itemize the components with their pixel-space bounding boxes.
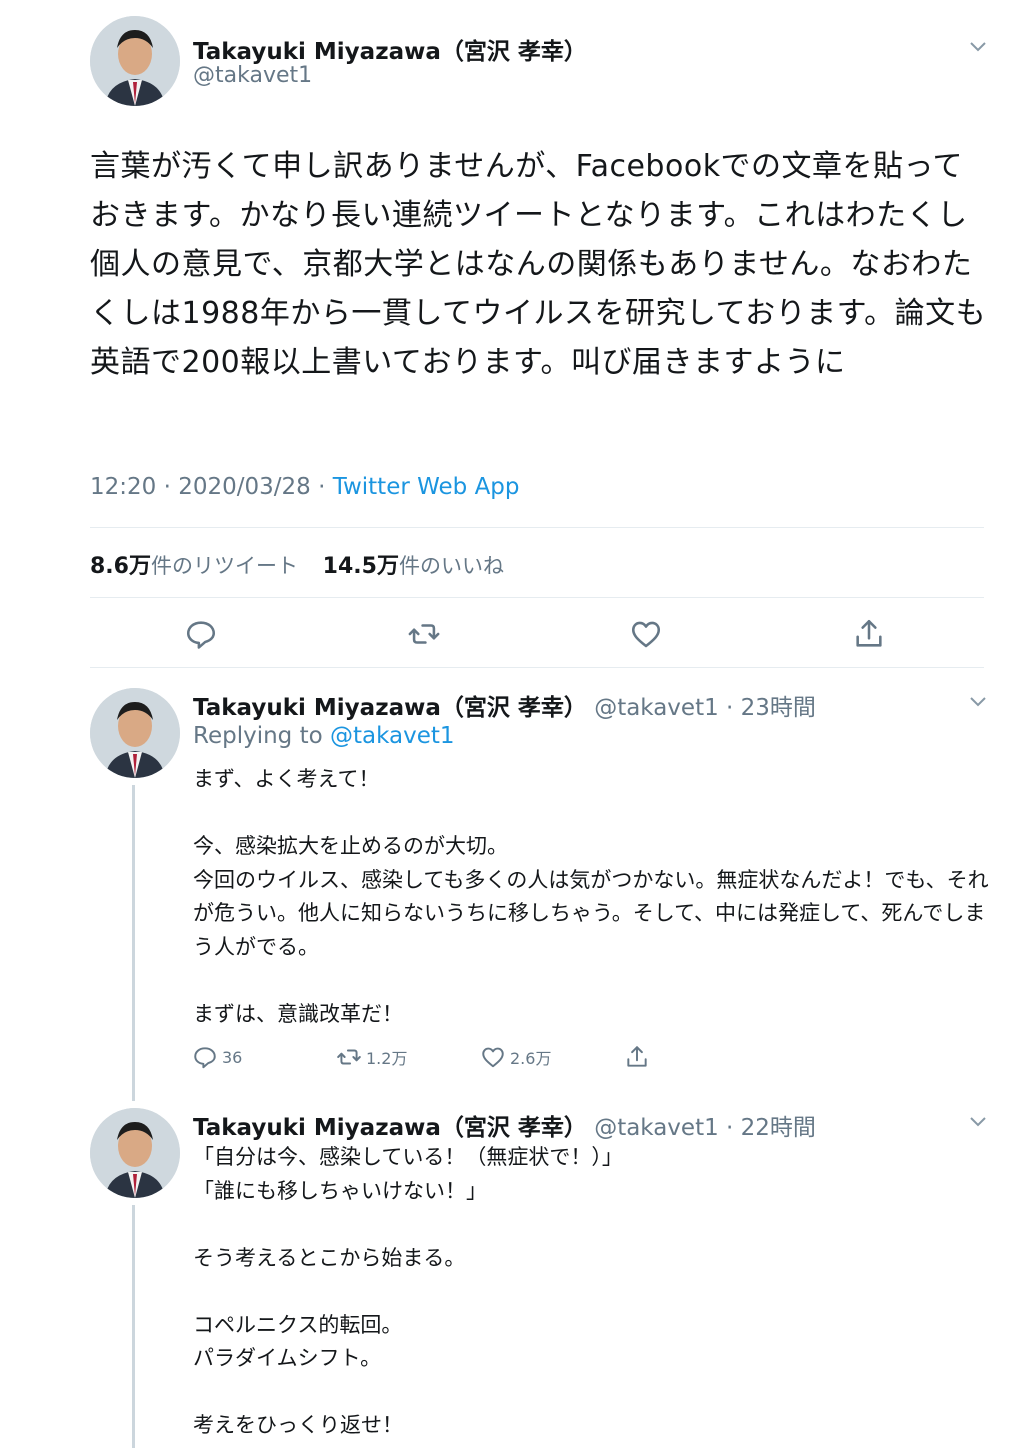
retweet-icon xyxy=(337,1049,361,1065)
tweet-text: 言葉が汚くて申し訳ありませんが、Facebookでの文章を貼っておきます。かなり… xyxy=(90,149,987,380)
handle-timestamp[interactable]: @takavet1 · 23時間 xyxy=(594,695,816,721)
like-count[interactable]: 14.5万 xyxy=(323,554,399,579)
heart-icon[interactable] xyxy=(629,617,663,651)
author-avatar[interactable] xyxy=(90,688,180,778)
retweet-icon[interactable] xyxy=(407,617,441,651)
heart-icon xyxy=(482,1047,504,1068)
reply-button[interactable]: 36 xyxy=(192,1044,242,1070)
reply-header: Takayuki Miyazawa（宮沢 孝幸） @takavet1 · 23時… xyxy=(193,688,816,722)
share-button[interactable] xyxy=(624,1044,650,1070)
tweet-stats: 8.6万件のリツイート 14.5万件のいいね xyxy=(90,548,522,580)
like-count: 2.6万 xyxy=(510,1049,552,1068)
handle-timestamp[interactable]: @takavet1 · 22時間 xyxy=(594,1115,816,1141)
author-name[interactable]: Takayuki Miyazawa（宮沢 孝幸） xyxy=(193,695,587,721)
author-name[interactable]: Takayuki Miyazawa（宮沢 孝幸） xyxy=(193,32,587,66)
thread-line xyxy=(132,785,135,1101)
replying-to: Replying to @takavet1 xyxy=(193,723,455,749)
reply-text: まず、よく考えて！ 今、感染拡大を止めるのが大切。 今回のウイルス、感染しても多… xyxy=(193,767,989,1026)
divider xyxy=(90,667,984,668)
replying-to-handle[interactable]: @takavet1 xyxy=(330,723,455,749)
retweet-count-label[interactable]: 件のリツイート xyxy=(151,554,298,578)
retweet-count: 1.2万 xyxy=(366,1049,408,1068)
share-icon xyxy=(627,1046,647,1067)
chevron-down-icon[interactable] xyxy=(968,1111,988,1131)
reply-text: 「自分は今、感染している！（無症状で！）」 「誰にも移しちゃいけない！」 そう考… xyxy=(193,1145,623,1437)
like-count-label[interactable]: 件のいいね xyxy=(399,554,504,578)
tweet-meta: 12:20 · 2020/03/28 · Twitter Web App xyxy=(90,474,520,500)
retweet-button[interactable]: 1.2万 xyxy=(336,1044,407,1070)
chevron-down-icon[interactable] xyxy=(968,691,988,711)
reply-icon[interactable] xyxy=(184,617,218,651)
divider xyxy=(90,597,984,598)
author-handle[interactable]: @takavet1 xyxy=(193,63,312,88)
divider xyxy=(90,527,984,528)
reply-header: Takayuki Miyazawa（宮沢 孝幸） @takavet1 · 22時… xyxy=(193,1108,816,1142)
thread-line xyxy=(132,1205,135,1448)
author-avatar[interactable] xyxy=(90,16,180,106)
replying-to-prefix: Replying to xyxy=(193,723,330,749)
reply-icon xyxy=(194,1047,216,1069)
like-button[interactable]: 2.6万 xyxy=(480,1044,551,1070)
tweet-source-link[interactable]: Twitter Web App xyxy=(333,474,520,500)
reply-count: 36 xyxy=(222,1047,243,1067)
author-avatar[interactable] xyxy=(90,1108,180,1198)
share-icon[interactable] xyxy=(852,617,886,651)
chevron-down-icon[interactable] xyxy=(968,36,988,56)
tweet-timestamp[interactable]: 12:20 · 2020/03/28 · xyxy=(90,474,333,500)
retweet-count[interactable]: 8.6万 xyxy=(90,554,151,579)
author-name[interactable]: Takayuki Miyazawa（宮沢 孝幸） xyxy=(193,1115,587,1141)
